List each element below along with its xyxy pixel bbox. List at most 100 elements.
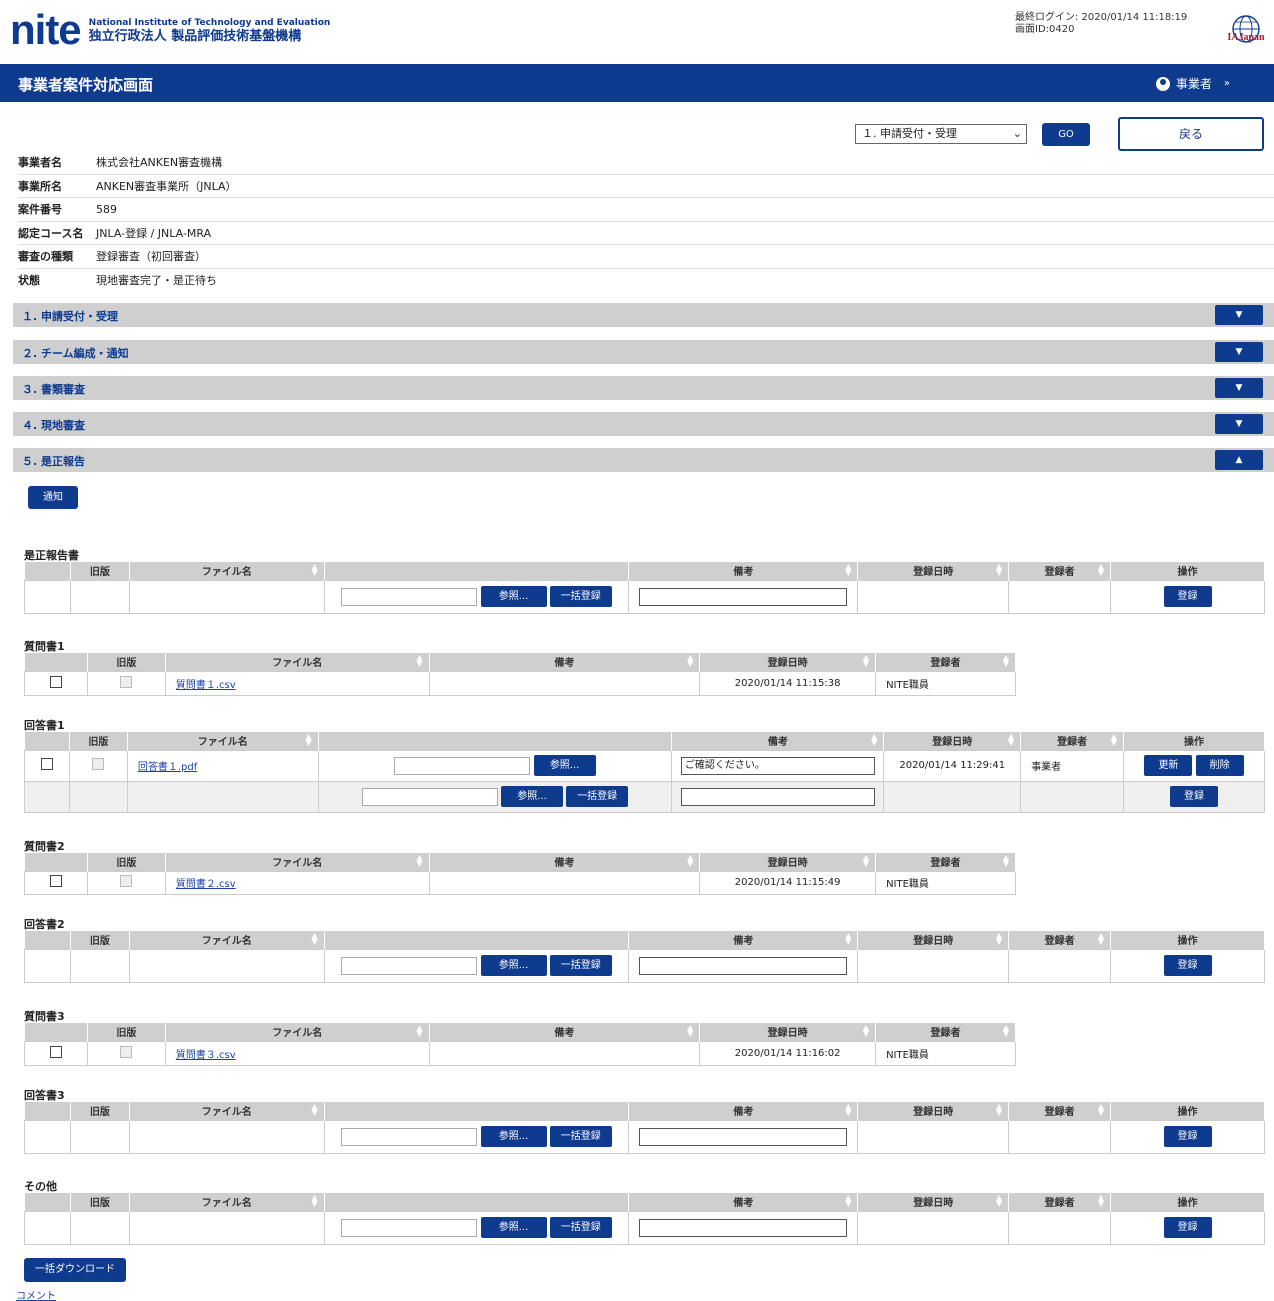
sort-icon: ▲ ▼	[311, 1193, 318, 1208]
col-label: ファイル名	[201, 936, 252, 948]
file-link[interactable]: 質問書３.csv	[176, 1050, 236, 1061]
col-remarks[interactable]: 備考 ▲ ▼	[429, 853, 701, 871]
info-key: 認定コース名	[18, 226, 84, 240]
accordion-corrective-report[interactable]: ５. 是正報告 ▲	[13, 448, 1274, 472]
file-path-input[interactable]	[341, 1218, 478, 1237]
register-button[interactable]: 登録	[1163, 1126, 1212, 1147]
row-checkbox[interactable]	[49, 1045, 62, 1058]
col-old: 旧版	[87, 653, 166, 671]
bulk-register-button[interactable]: 一括登録	[549, 1217, 612, 1238]
col-filename[interactable]: ファイル名 ▲ ▼	[165, 653, 430, 671]
col-filename[interactable]: ファイル名 ▲ ▼	[129, 562, 325, 580]
file-path-input[interactable]	[341, 956, 478, 975]
title-bar: 事業者案件対応画面 事業者 »	[0, 64, 1274, 102]
col-registrant[interactable]: 登録者 ▲ ▼	[1008, 1102, 1112, 1120]
col-regdate[interactable]: 登録日時 ▲ ▼	[857, 1193, 1010, 1211]
register-button[interactable]: 登録	[1163, 955, 1212, 976]
col-registrant[interactable]: 登録者 ▲ ▼	[1008, 562, 1112, 580]
browse-button[interactable]: 参照...	[501, 786, 563, 807]
col-registrant[interactable]: 登録者 ▲ ▼	[875, 1023, 1016, 1041]
accordion-team[interactable]: ２. チーム編成・通知 ▼	[13, 340, 1274, 364]
register-button[interactable]: 登録	[1163, 1217, 1212, 1238]
user-menu[interactable]: 事業者 »	[1155, 75, 1230, 92]
expand-icon[interactable]: ▼	[1215, 414, 1263, 434]
col-filename[interactable]: ファイル名 ▲ ▼	[129, 1102, 325, 1120]
col-regdate[interactable]: 登録日時 ▲ ▼	[699, 1023, 877, 1041]
col-filename[interactable]: ファイル名 ▲ ▼	[129, 1193, 325, 1211]
row-checkbox[interactable]	[49, 875, 62, 887]
collapse-icon[interactable]: ▲	[1215, 450, 1263, 470]
bulk-register-button[interactable]: 一括登録	[566, 786, 629, 807]
col-registrant[interactable]: 登録者 ▲ ▼	[1020, 732, 1125, 750]
remarks-input[interactable]	[639, 1127, 848, 1146]
registrant: NITE職員	[875, 870, 1016, 895]
col-remarks[interactable]: 備考 ▲ ▼	[628, 562, 859, 580]
col-remarks[interactable]: 備考 ▲ ▼	[628, 931, 859, 949]
stage-select[interactable]: １. 申請受付・受理 ⌄	[855, 124, 1027, 144]
expand-icon[interactable]: ▼	[1215, 305, 1263, 325]
browse-button[interactable]: 参照...	[533, 755, 596, 776]
section-title: 回答書2	[24, 918, 65, 931]
update-button[interactable]: 更新	[1144, 755, 1193, 776]
go-button[interactable]: GO	[1042, 123, 1090, 146]
col-label: 備考	[554, 858, 575, 870]
expand-icon[interactable]: ▼	[1215, 378, 1263, 398]
col-registrant[interactable]: 登録者 ▲ ▼	[875, 853, 1016, 871]
col-filename[interactable]: ファイル名 ▲ ▼	[129, 931, 325, 949]
row-checkbox[interactable]	[40, 758, 53, 770]
col-regdate[interactable]: 登録日時 ▲ ▼	[699, 653, 877, 671]
file-path-input[interactable]	[341, 587, 478, 606]
browse-button[interactable]: 参照...	[480, 955, 547, 976]
remarks-input[interactable]	[680, 787, 875, 806]
col-remarks[interactable]: 備考 ▲ ▼	[628, 1102, 859, 1120]
bulk-register-button[interactable]: 一括登録	[549, 1126, 612, 1147]
col-regdate[interactable]: 登録日時 ▲ ▼	[883, 732, 1022, 750]
col-remarks[interactable]: 備考 ▲ ▼	[429, 653, 701, 671]
file-path-input[interactable]	[341, 1127, 478, 1146]
col-regdate[interactable]: 登録日時 ▲ ▼	[857, 931, 1010, 949]
col-remarks[interactable]: 備考 ▲ ▼	[671, 732, 885, 750]
register-button[interactable]: 登録	[1163, 586, 1212, 607]
delete-button[interactable]: 削除	[1195, 755, 1244, 776]
bulk-register-button[interactable]: 一括登録	[549, 955, 612, 976]
register-button[interactable]: 登録	[1170, 786, 1219, 807]
remarks-input[interactable]	[639, 956, 848, 975]
col-remarks[interactable]: 備考 ▲ ▼	[628, 1193, 859, 1211]
col-filename[interactable]: ファイル名 ▲ ▼	[127, 732, 319, 750]
file-path-input[interactable]	[361, 787, 498, 806]
browse-button[interactable]: 参照...	[480, 586, 547, 607]
col-regdate[interactable]: 登録日時 ▲ ▼	[699, 853, 877, 871]
accordion-document-review[interactable]: ３. 書類審査 ▼	[13, 376, 1274, 400]
remarks-input[interactable]	[639, 1218, 848, 1237]
col-remarks[interactable]: 備考 ▲ ▼	[429, 1023, 701, 1041]
bulk-register-button[interactable]: 一括登録	[549, 586, 612, 607]
col-registrant[interactable]: 登録者 ▲ ▼	[875, 653, 1016, 671]
browse-button[interactable]: 参照...	[480, 1217, 547, 1238]
col-filename[interactable]: ファイル名 ▲ ▼	[165, 853, 430, 871]
back-button[interactable]: 戻る	[1118, 117, 1264, 151]
file-link[interactable]: 回答書１.pdf	[138, 762, 197, 773]
col-label: 登録者	[930, 1028, 961, 1040]
remarks-input[interactable]: ご確認ください。	[680, 756, 875, 775]
file-link[interactable]: 質問書２.csv	[176, 879, 236, 890]
col-old: 旧版	[69, 732, 128, 750]
section-title: 質問書3	[24, 1010, 65, 1023]
col-registrant[interactable]: 登録者 ▲ ▼	[1008, 931, 1112, 949]
accordion-onsite-review[interactable]: ４. 現地審査 ▼	[13, 412, 1274, 436]
col-registrant[interactable]: 登録者 ▲ ▼	[1008, 1193, 1112, 1211]
notify-button[interactable]: 通知	[28, 486, 78, 509]
col-regdate[interactable]: 登録日時 ▲ ▼	[857, 1102, 1010, 1120]
sort-icon: ▲ ▼	[1097, 562, 1105, 577]
row-checkbox[interactable]	[49, 675, 62, 688]
col-regdate[interactable]: 登録日時 ▲ ▼	[857, 562, 1010, 580]
file-link[interactable]: 質問書１.csv	[176, 680, 236, 691]
col-filename[interactable]: ファイル名 ▲ ▼	[165, 1023, 430, 1041]
file-path-input[interactable]	[394, 756, 531, 775]
expand-icon[interactable]: ▼	[1215, 342, 1263, 362]
bulk-download-button[interactable]: 一括ダウンロード	[24, 1258, 126, 1282]
remarks-input[interactable]	[639, 587, 848, 606]
accordion-application[interactable]: １. 申請受付・受理 ▼	[13, 303, 1274, 327]
browse-button[interactable]: 参照...	[480, 1126, 547, 1147]
table-row: 質問書２.csv 2020/01/14 11:15:49 NITE職員	[24, 870, 1016, 895]
comment-link[interactable]: コメント	[16, 1287, 56, 1301]
